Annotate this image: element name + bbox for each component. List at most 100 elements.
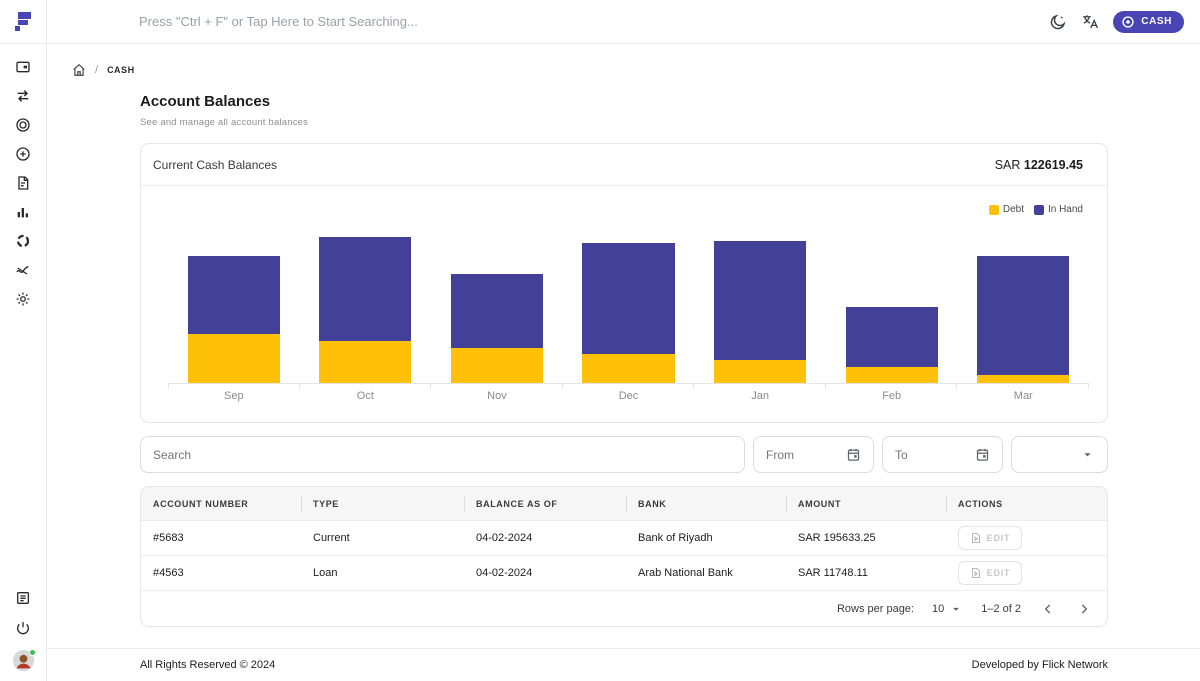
bar-segment-in-hand <box>846 307 938 367</box>
column-header-balance-as-of: Balance As Of <box>464 499 626 509</box>
bar-segment-debt <box>582 354 674 383</box>
chevron-down-icon <box>949 602 963 616</box>
cash-button-label: CASH <box>1141 16 1172 27</box>
chart-xaxis: SepOctNovDecJanFebMar <box>168 390 1089 402</box>
user-avatar[interactable] <box>13 650 34 671</box>
record-circle-icon <box>1121 15 1135 29</box>
previous-page-button[interactable] <box>1039 600 1057 618</box>
edit-button[interactable]: EDIT <box>958 561 1022 585</box>
search-input[interactable] <box>153 448 732 462</box>
bar-segment-in-hand <box>319 237 411 341</box>
search-field[interactable] <box>140 436 745 473</box>
chevron-down-icon <box>1080 447 1095 462</box>
flick-logo[interactable] <box>15 12 31 31</box>
type-select[interactable] <box>1011 436 1108 473</box>
table-row: #5683 Current 04-02-2024 Bank of Riyadh … <box>141 521 1107 556</box>
stacked-bar-chart: DebtIn Hand SepOctNovDecJanFebMar <box>141 186 1107 422</box>
currency-label: SAR <box>995 158 1024 172</box>
x-axis-label-feb: Feb <box>826 390 958 402</box>
column-header-amount: Amount <box>786 499 946 509</box>
filter-bar: From To <box>140 436 1108 473</box>
x-axis-label-nov: Nov <box>431 390 563 402</box>
next-page-button[interactable] <box>1075 600 1093 618</box>
translate-icon[interactable] <box>1081 13 1099 31</box>
chart-card-header: Current Cash Balances SAR 122619.45 <box>141 144 1107 186</box>
x-axis-label-sep: Sep <box>168 390 300 402</box>
cash-module-button[interactable]: CASH <box>1113 11 1184 33</box>
rows-per-page-select[interactable]: 10 <box>932 602 963 616</box>
from-date-field[interactable]: From <box>753 436 874 473</box>
to-date-field[interactable]: To <box>882 436 1003 473</box>
cell-type: Loan <box>301 567 464 579</box>
home-icon[interactable] <box>72 63 86 77</box>
cell-bank: Arab National Bank <box>626 567 786 579</box>
sidebar-logo-area <box>0 0 46 44</box>
bar-segment-in-hand <box>451 274 543 348</box>
bar-segment-debt <box>714 360 806 383</box>
breadcrumb-separator: / <box>95 64 98 76</box>
breadcrumb-cash: CASH <box>107 65 135 75</box>
wallet-icon[interactable] <box>15 59 31 75</box>
bar-segment-in-hand <box>582 243 674 354</box>
target-icon[interactable] <box>15 117 31 133</box>
dark-mode-moon-icon[interactable] <box>1049 13 1067 31</box>
gear-icon[interactable] <box>15 291 31 307</box>
bar-segment-in-hand <box>977 256 1069 375</box>
developer-credit: Developed by Flick Network <box>972 659 1108 671</box>
global-search-input[interactable]: Press "Ctrl + F" or Tap Here to Start Se… <box>139 14 1035 29</box>
chart-column-sep <box>168 188 300 383</box>
add-circle-icon[interactable] <box>15 146 31 162</box>
cell-account-number: #4563 <box>141 567 301 579</box>
bar-chart-icon[interactable] <box>15 204 31 220</box>
bar-segment-in-hand <box>188 256 280 334</box>
sidebar <box>0 0 47 681</box>
breadcrumb: / CASH <box>72 63 1200 77</box>
x-axis-label-dec: Dec <box>563 390 695 402</box>
sync-donut-icon[interactable] <box>15 233 31 249</box>
transfer-arrows-icon[interactable] <box>15 88 31 104</box>
bar-segment-debt <box>977 375 1069 383</box>
bar-segment-debt <box>846 367 938 383</box>
edit-button-label: EDIT <box>987 568 1011 578</box>
chart-column-nov <box>431 188 563 383</box>
page-subtitle: See and manage all account balances <box>140 117 1200 128</box>
edit-button[interactable]: EDIT <box>958 526 1022 550</box>
x-axis-label-oct: Oct <box>300 390 432 402</box>
sidebar-nav <box>15 44 31 590</box>
rows-per-page-label: Rows per page: <box>837 603 914 615</box>
column-header-actions: Actions <box>946 499 1107 509</box>
chart-plot <box>168 188 1089 384</box>
to-date-placeholder: To <box>895 448 908 462</box>
power-icon[interactable] <box>15 620 31 636</box>
column-header-type: Type <box>301 499 464 509</box>
cell-balance-as-of: 04-02-2024 <box>464 532 626 544</box>
table-header-row: Account Number Type Balance As Of Bank A… <box>141 487 1107 521</box>
calendar-icon[interactable] <box>975 447 990 462</box>
column-header-bank: Bank <box>626 499 786 509</box>
cell-balance-as-of: 04-02-2024 <box>464 567 626 579</box>
cell-bank: Bank of Riyadh <box>626 532 786 544</box>
notes-icon[interactable] <box>15 590 31 606</box>
rows-per-page-value: 10 <box>932 603 944 615</box>
chart-column-jan <box>694 188 826 383</box>
calendar-icon[interactable] <box>846 447 861 462</box>
cell-amount: SAR 195633.25 <box>786 532 946 544</box>
cell-type: Current <box>301 532 464 544</box>
chart-column-dec <box>563 188 695 383</box>
chart-card-title: Current Cash Balances <box>153 158 277 172</box>
copyright-text: All Rights Reserved © 2024 <box>140 659 275 671</box>
online-status-dot <box>29 649 36 656</box>
invoice-icon[interactable] <box>15 175 31 191</box>
cell-account-number: #5683 <box>141 532 301 544</box>
cash-balances-card: Current Cash Balances SAR 122619.45 Debt… <box>140 143 1108 423</box>
bar-segment-debt <box>319 341 411 383</box>
page-content: / CASH Account Balances See and manage a… <box>47 44 1200 648</box>
bar-segment-debt <box>451 348 543 383</box>
from-date-placeholder: From <box>766 448 794 462</box>
page-head: Account Balances See and manage all acco… <box>140 93 1200 128</box>
bar-segment-debt <box>188 334 280 383</box>
footer: All Rights Reserved © 2024 Developed by … <box>47 648 1200 681</box>
trend-line-icon[interactable] <box>15 262 31 278</box>
x-axis-label-mar: Mar <box>957 390 1089 402</box>
cell-amount: SAR 11748.11 <box>786 567 946 579</box>
